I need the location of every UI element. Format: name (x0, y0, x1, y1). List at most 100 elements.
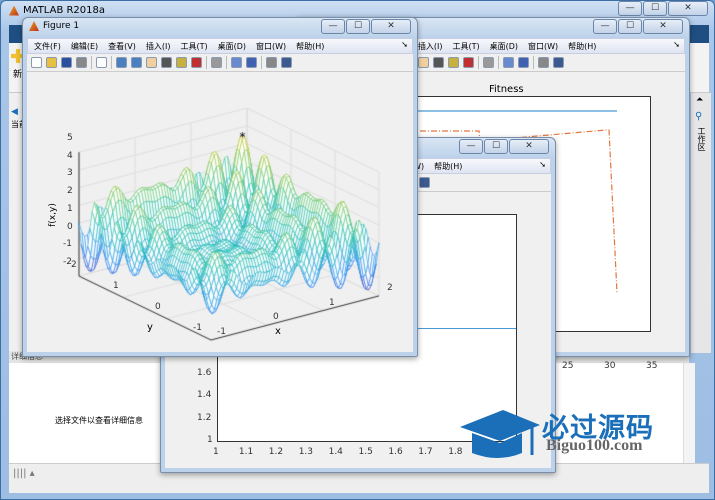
figure-toolbar (27, 54, 413, 72)
menu-item[interactable]: 帮助(H) (434, 161, 462, 172)
colorbar-icon[interactable] (231, 57, 242, 68)
toolbar-separator (111, 56, 112, 69)
rotate-icon[interactable] (433, 57, 444, 68)
surface-mesh-plot[interactable] (27, 72, 415, 354)
show-plot-tools-icon[interactable] (281, 57, 292, 68)
collapse-icon[interactable]: ⏶ (696, 95, 703, 105)
maximize-button[interactable]: ☐ (618, 19, 642, 34)
axis-tick-label: 2 (387, 283, 393, 293)
link-icon[interactable] (483, 57, 494, 68)
main-window-controls: — ☐ ✕ (618, 1, 708, 16)
axis-tick-label: -1 (217, 327, 226, 337)
close-button[interactable]: ✕ (668, 1, 708, 16)
axis-tick-label: -1 (63, 239, 72, 250)
menu-item[interactable]: 窗口(W) (256, 41, 286, 52)
workspace-side-pane: ⏶ ⚲ 工作区 (691, 93, 711, 353)
close-button[interactable]: ✕ (509, 139, 549, 154)
zoom-out-icon[interactable] (131, 57, 142, 68)
menu-item[interactable]: 桌面(D) (218, 41, 246, 52)
brush-icon[interactable] (191, 57, 202, 68)
show-plot-tools-icon[interactable] (553, 57, 564, 68)
menu-item[interactable]: 编辑(E) (71, 41, 98, 52)
close-button[interactable]: ✕ (371, 19, 411, 34)
menu-item[interactable]: 工具(T) (180, 41, 207, 52)
pointer-icon[interactable] (96, 57, 107, 68)
x-tick: 25 (562, 361, 574, 371)
figure-title: Figure 1 (43, 21, 80, 31)
maximize-button[interactable]: ☐ (643, 1, 667, 16)
minimize-button[interactable]: — (618, 1, 642, 16)
x-tick: 35 (646, 361, 658, 371)
axis-tick-label: 1.5 (358, 447, 373, 457)
figure-1-window: Figure 1 — ☐ ✕ 文件(F) 编辑(E) 查看(V) 插入(I) 工具(T)… (22, 17, 418, 357)
axis-tick-label: 0 (155, 302, 161, 312)
minimize-button[interactable]: — (593, 19, 617, 34)
dock-icon[interactable]: ➘ (539, 160, 546, 169)
axis-tick-label: 1 (213, 447, 219, 457)
close-button[interactable]: ✕ (643, 19, 683, 34)
menu-item[interactable]: 桌面(D) (490, 41, 518, 52)
new-button-label[interactable]: 新 (13, 67, 22, 80)
toolbar-separator (91, 56, 92, 69)
back-icon[interactable]: ◀ (11, 107, 18, 117)
axis-tick-label: 1 (113, 281, 119, 291)
axis-tick-label: 1.7 (418, 447, 433, 457)
figure-canvas: 5 4 3 2 1 0 -1 -2 -1 0 1 2 2 1 0 -1 f(x,y) x y (27, 72, 415, 354)
axis-tick-label: 5 (67, 133, 73, 143)
toolbar-separator (533, 56, 534, 69)
maximize-button[interactable]: ☐ (484, 139, 508, 154)
toolbar-separator (226, 56, 227, 69)
search-icon[interactable]: ⚲ (695, 111, 702, 122)
legend-icon[interactable] (518, 57, 529, 68)
workspace-tab[interactable]: 工作区 (696, 127, 707, 151)
colorbar-icon[interactable] (503, 57, 514, 68)
toolbar-separator (498, 56, 499, 69)
brush-icon[interactable] (463, 57, 474, 68)
menu-item[interactable]: 查看(V) (108, 41, 136, 52)
axis-tick-label: 1.4 (328, 447, 343, 457)
maximize-button[interactable]: ☐ (346, 19, 370, 34)
x-axis-label: x (275, 326, 281, 337)
main-window-title: MATLAB R2018a (23, 5, 106, 16)
x-tick: 30 (604, 361, 616, 371)
status-grip-icon[interactable]: |||| ▴ (13, 468, 35, 479)
menu-item[interactable]: 帮助(H) (568, 41, 596, 52)
link-icon[interactable] (211, 57, 222, 68)
detail-scrollbar[interactable] (683, 363, 695, 463)
axis-tick-label: -1 (193, 323, 202, 333)
new-file-icon[interactable] (31, 57, 42, 68)
menu-item[interactable]: 工具(T) (452, 41, 479, 52)
hide-plot-tools-icon[interactable] (538, 57, 549, 68)
axis-tick-label: 2 (71, 260, 77, 270)
toolbar-separator (261, 56, 262, 69)
axis-tick-label: 1.6 (197, 367, 212, 378)
pan-icon[interactable] (146, 57, 157, 68)
pan-icon[interactable] (418, 57, 429, 68)
print-icon[interactable] (76, 57, 87, 68)
legend-icon[interactable] (246, 57, 257, 68)
axis-tick-label: 0 (67, 221, 73, 232)
rotate-icon[interactable] (161, 57, 172, 68)
detail-message: 选择文件以查看详细信息 (55, 416, 143, 425)
zoom-in-icon[interactable] (116, 57, 127, 68)
menu-item[interactable]: 插入(I) (146, 41, 171, 52)
save-icon[interactable] (61, 57, 72, 68)
axis-tick-label: 1 (207, 435, 213, 445)
menu-item[interactable]: 文件(F) (34, 41, 61, 52)
menu-item[interactable]: 插入(I) (418, 41, 443, 52)
dock-icon[interactable]: ➘ (673, 40, 680, 49)
menu-item[interactable]: 窗口(W) (528, 41, 558, 52)
dock-icon[interactable]: ➘ (401, 40, 408, 49)
open-icon[interactable] (46, 57, 57, 68)
data-cursor-icon[interactable] (176, 57, 187, 68)
axis-tick-label: 1.3 (298, 447, 314, 457)
minimize-button[interactable]: — (321, 19, 345, 34)
menu-item[interactable]: 帮助(H) (296, 41, 324, 52)
data-cursor-icon[interactable] (448, 57, 459, 68)
menu-bar: 文件(F) 编辑(E) 查看(V) 插入(I) 工具(T) 桌面(D) 窗口(W) 帮助(H)… (27, 38, 413, 54)
axis-tick-label: 1.2 (197, 412, 212, 423)
show-plot-tools-icon[interactable] (419, 177, 430, 188)
hide-plot-tools-icon[interactable] (266, 57, 277, 68)
minimize-button[interactable]: — (459, 139, 483, 154)
axis-tick-label: 1 (67, 203, 73, 214)
